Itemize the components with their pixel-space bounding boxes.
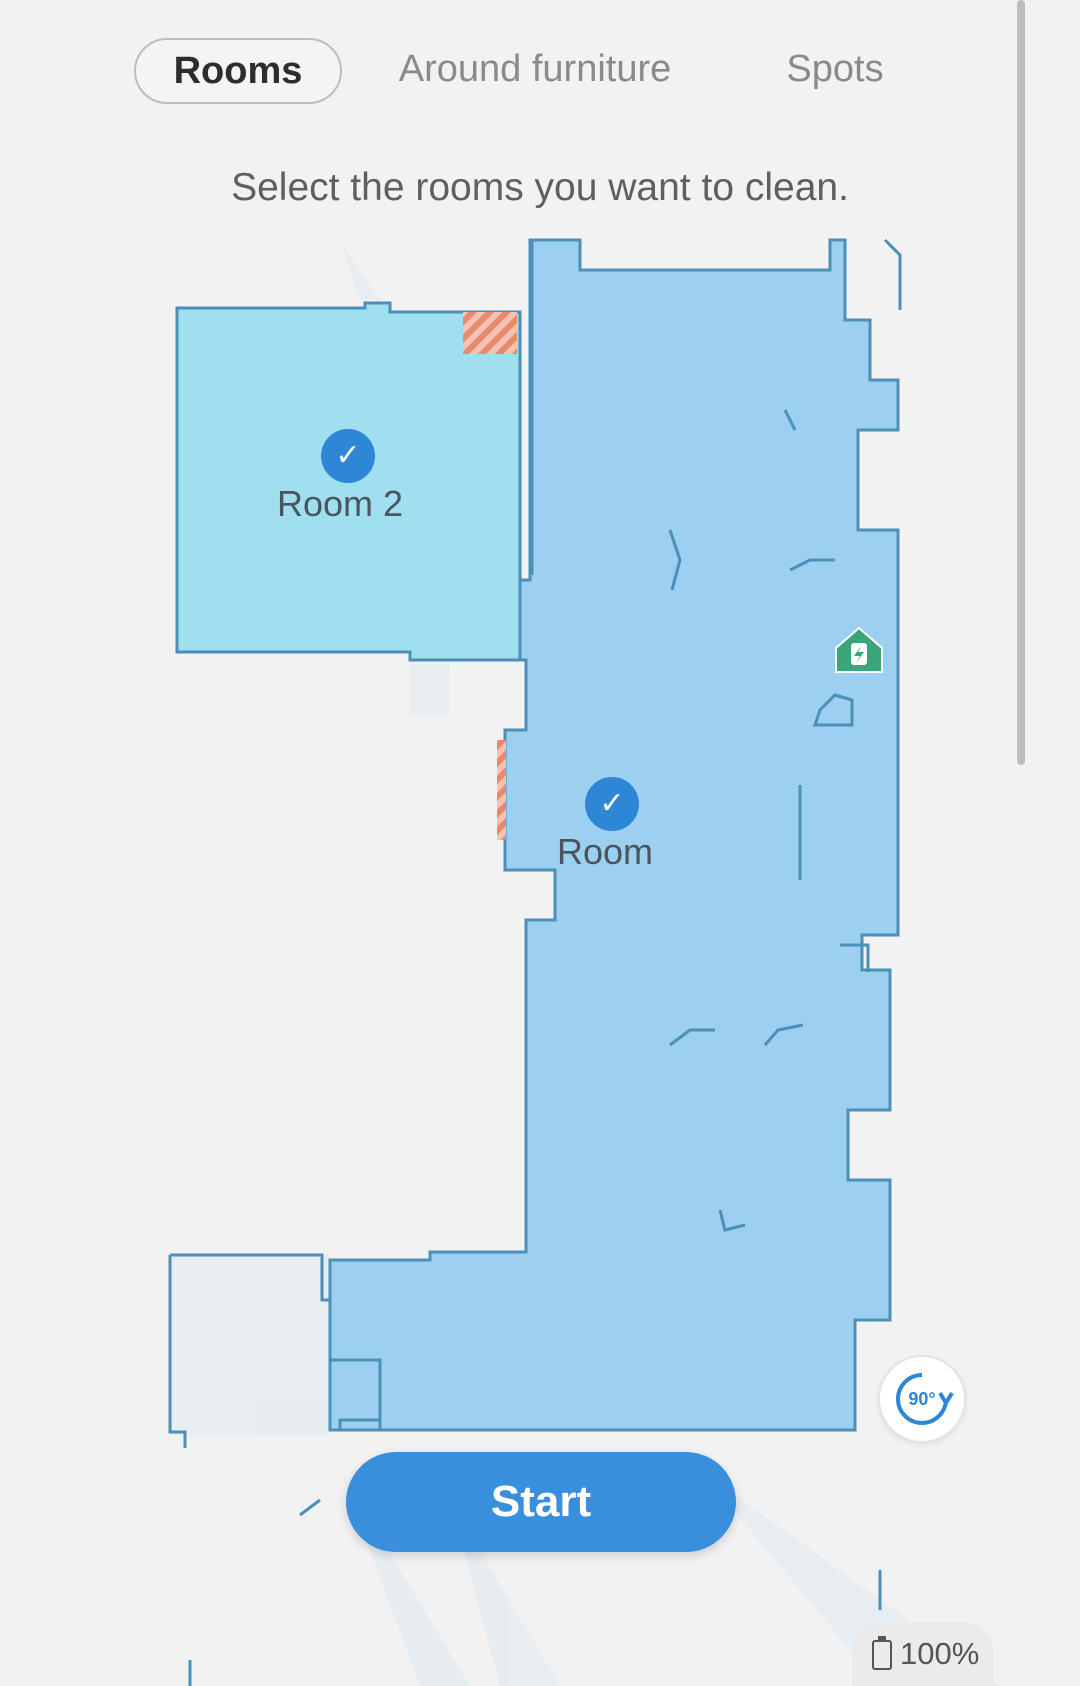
no-go-zone — [463, 312, 517, 354]
battery-icon — [872, 1636, 892, 1670]
room-checkmark-icon[interactable]: ✓ — [585, 777, 639, 831]
room-2-checkmark-icon[interactable]: ✓ — [321, 429, 375, 483]
no-go-zone — [497, 740, 506, 840]
battery-level: 100% — [900, 1636, 980, 1671]
room-label[interactable]: Room — [530, 831, 680, 873]
rotate-label: 90° — [908, 1389, 936, 1409]
start-button[interactable]: Start — [346, 1452, 736, 1552]
battery-status: 100% — [852, 1622, 994, 1686]
rotate-map-button[interactable]: 90° — [878, 1355, 966, 1443]
room-2-label[interactable]: Room 2 — [250, 483, 430, 525]
